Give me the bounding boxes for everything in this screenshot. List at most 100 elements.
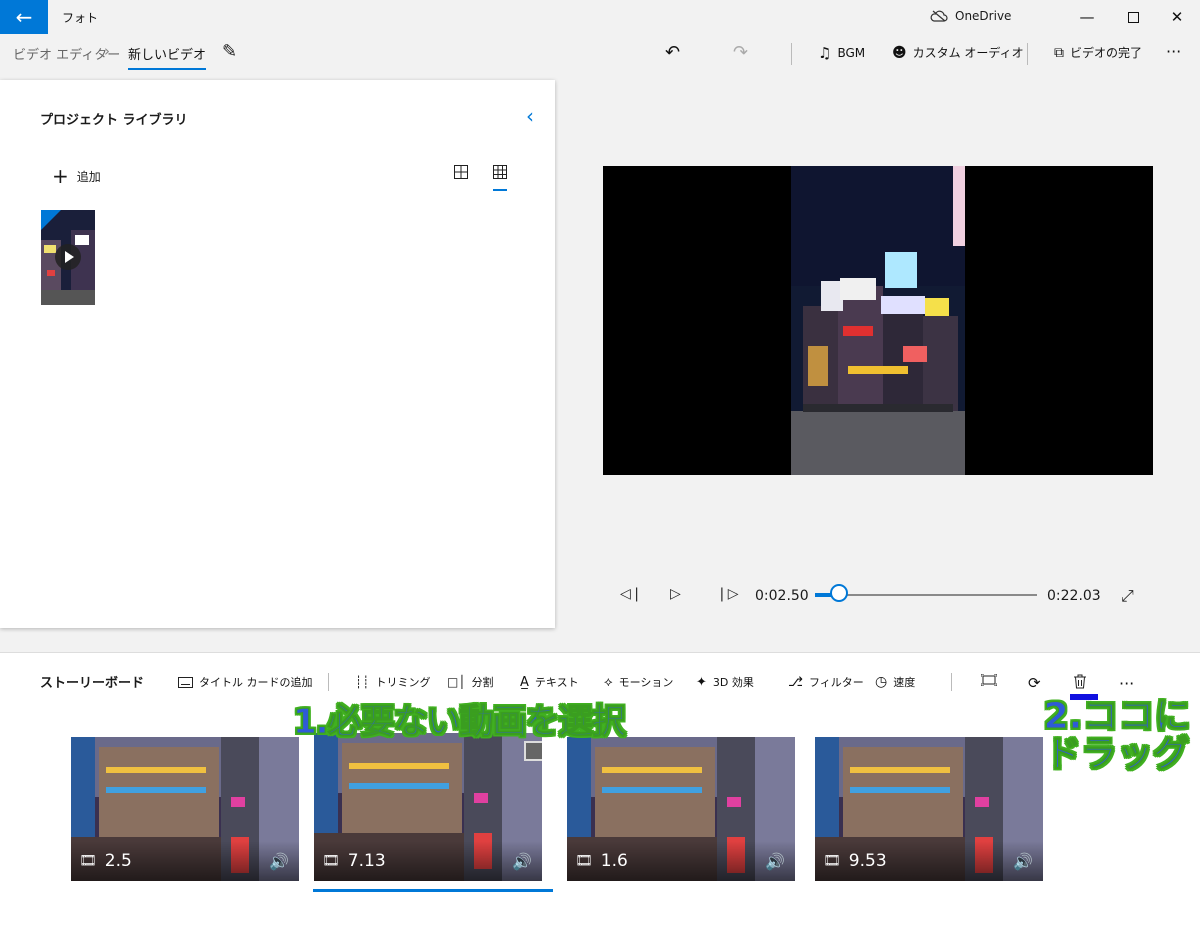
onedrive-label: OneDrive: [955, 9, 1012, 23]
clip-duration-value: 9.53: [848, 851, 887, 871]
undo-button[interactable]: ↶: [665, 42, 680, 63]
title-card-label: タイトル カードの追加: [199, 676, 313, 689]
play-button[interactable]: ▷: [670, 586, 681, 602]
chevron-right-icon: ›: [104, 42, 110, 60]
more-icon: ···: [1166, 42, 1182, 61]
project-library-panel: プロジェクト ライブラリ ‹ + 追加: [0, 80, 555, 628]
divider: [791, 43, 792, 65]
bgm-button[interactable]: ♫ BGM: [818, 44, 865, 62]
night-city-image: [603, 166, 1153, 475]
film-icon: 🎞: [322, 853, 340, 869]
3d-effects-label: 3D 効果: [712, 676, 754, 689]
onedrive-status[interactable]: OneDrive: [930, 9, 1011, 23]
step-forward-icon: ❘▷: [716, 586, 739, 602]
library-video-thumbnail[interactable]: [41, 210, 95, 305]
clip-duration: 🎞 2.5: [79, 851, 132, 871]
minimize-button[interactable]: —: [1064, 0, 1110, 34]
storyboard-more-button[interactable]: ···: [1119, 674, 1134, 693]
minimize-icon: —: [1079, 8, 1095, 26]
grid-small-icon: [493, 165, 507, 179]
add-title-card-button[interactable]: タイトル カードの追加: [178, 674, 313, 690]
3d-effects-button[interactable]: ✦ 3D 効果: [696, 674, 754, 690]
volume-icon[interactable]: 🔊: [269, 852, 289, 871]
finish-label: ビデオの完了: [1070, 46, 1143, 60]
back-button[interactable]: ←: [0, 0, 48, 34]
more-icon: ···: [1119, 674, 1135, 693]
annotation-step2-line2: ドラッグ: [1044, 734, 1189, 775]
text-button[interactable]: A̲ テキスト: [520, 674, 579, 690]
next-frame-button[interactable]: ❘▷: [716, 586, 739, 602]
small-grid-view-button[interactable]: [493, 164, 507, 191]
storyboard-clip[interactable]: 🎞 1.6 🔊: [567, 737, 795, 881]
delete-button[interactable]: [1073, 674, 1087, 689]
close-icon: ✕: [1170, 8, 1184, 26]
speed-label: 速度: [893, 676, 916, 689]
volume-icon[interactable]: 🔊: [1013, 852, 1033, 871]
storyboard-clip-selected[interactable]: 🎞 7.13 🔊: [314, 733, 542, 881]
volume-icon[interactable]: 🔊: [765, 852, 785, 871]
bgm-label: BGM: [837, 46, 866, 60]
add-button[interactable]: + 追加: [52, 164, 101, 188]
title-card-icon: [178, 676, 193, 688]
trim-icon: ┊┊: [355, 675, 370, 689]
film-icon: 🎞: [575, 853, 593, 869]
maximize-button[interactable]: [1110, 0, 1156, 34]
storyboard-clip[interactable]: 🎞 2.5 🔊: [71, 737, 299, 881]
clip-duration-value: 7.13: [347, 851, 386, 871]
seek-bar[interactable]: [815, 594, 1037, 596]
current-time: 0:02.50: [755, 588, 809, 604]
film-icon: 🎞: [79, 853, 97, 869]
filters-label: フィルター: [808, 676, 864, 689]
chevron-left-icon[interactable]: ‹: [526, 104, 534, 128]
volume-icon[interactable]: 🔊: [512, 852, 532, 871]
rotate-icon: ⟳: [1028, 674, 1041, 692]
sparkle-icon: ✦: [696, 674, 707, 690]
text-icon: A̲: [520, 674, 529, 690]
app-title: フォト: [62, 11, 99, 25]
finish-video-button[interactable]: ⧉ ビデオの完了: [1054, 44, 1142, 61]
title-bar: [0, 0, 1200, 34]
step-back-icon: ◁❘: [620, 586, 643, 602]
rotate-button[interactable]: ⟳: [1028, 674, 1041, 692]
video-preview[interactable]: [603, 166, 1153, 475]
clip-duration-value: 1.6: [600, 851, 628, 871]
storyboard-title: ストーリーボード: [40, 676, 145, 691]
divider: [1027, 43, 1028, 65]
clip-duration: 🎞 9.53: [823, 851, 887, 871]
storyboard-clip[interactable]: 🎞 9.53 🔊: [815, 737, 1043, 881]
seek-bar-thumb[interactable]: [830, 584, 849, 602]
custom-audio-button[interactable]: ☻ カスタム オーディオ: [892, 44, 1024, 61]
speed-button[interactable]: ◷ 速度: [875, 674, 915, 690]
total-time: 0:22.03: [1047, 588, 1101, 604]
filters-button[interactable]: ⎇ フィルター: [788, 674, 864, 690]
redo-button[interactable]: ↷: [733, 42, 748, 63]
previous-frame-button[interactable]: ◁❘: [620, 586, 643, 602]
large-grid-view-button[interactable]: [454, 164, 468, 183]
library-title: プロジェクト ライブラリ: [40, 113, 188, 128]
divider: [951, 673, 952, 691]
more-button[interactable]: ···: [1166, 42, 1181, 61]
clip-duration: 🎞 7.13: [322, 851, 386, 871]
text-label: テキスト: [534, 676, 579, 689]
speedometer-icon: ◷: [875, 674, 888, 690]
pencil-icon[interactable]: ✎: [222, 41, 237, 62]
crop-frame-icon: [981, 674, 997, 686]
trash-icon: [1074, 674, 1086, 689]
close-button[interactable]: ✕: [1154, 0, 1200, 34]
clip-duration: 🎞 1.6: [575, 851, 628, 871]
film-icon: 🎞: [823, 853, 841, 869]
person-audio-icon: ☻: [892, 44, 907, 61]
fullscreen-button[interactable]: ⤢: [1121, 586, 1134, 606]
trim-button[interactable]: ┊┊ トリミング: [355, 674, 430, 690]
expand-icon: ⤢: [1121, 586, 1134, 605]
filter-icon: ⎇: [788, 674, 803, 690]
split-button[interactable]: □│ 分割: [447, 674, 494, 690]
motion-button[interactable]: ⟡ モーション: [604, 674, 673, 690]
split-icon: □│: [447, 675, 466, 689]
resize-button[interactable]: [981, 674, 997, 686]
motion-icon: ⟡: [604, 674, 613, 690]
clip-select-checkbox[interactable]: [524, 741, 542, 761]
maximize-icon: [1127, 11, 1139, 23]
undo-icon: ↶: [665, 42, 681, 63]
annotation-step1: 1.必要ない動画を選択: [293, 702, 627, 743]
